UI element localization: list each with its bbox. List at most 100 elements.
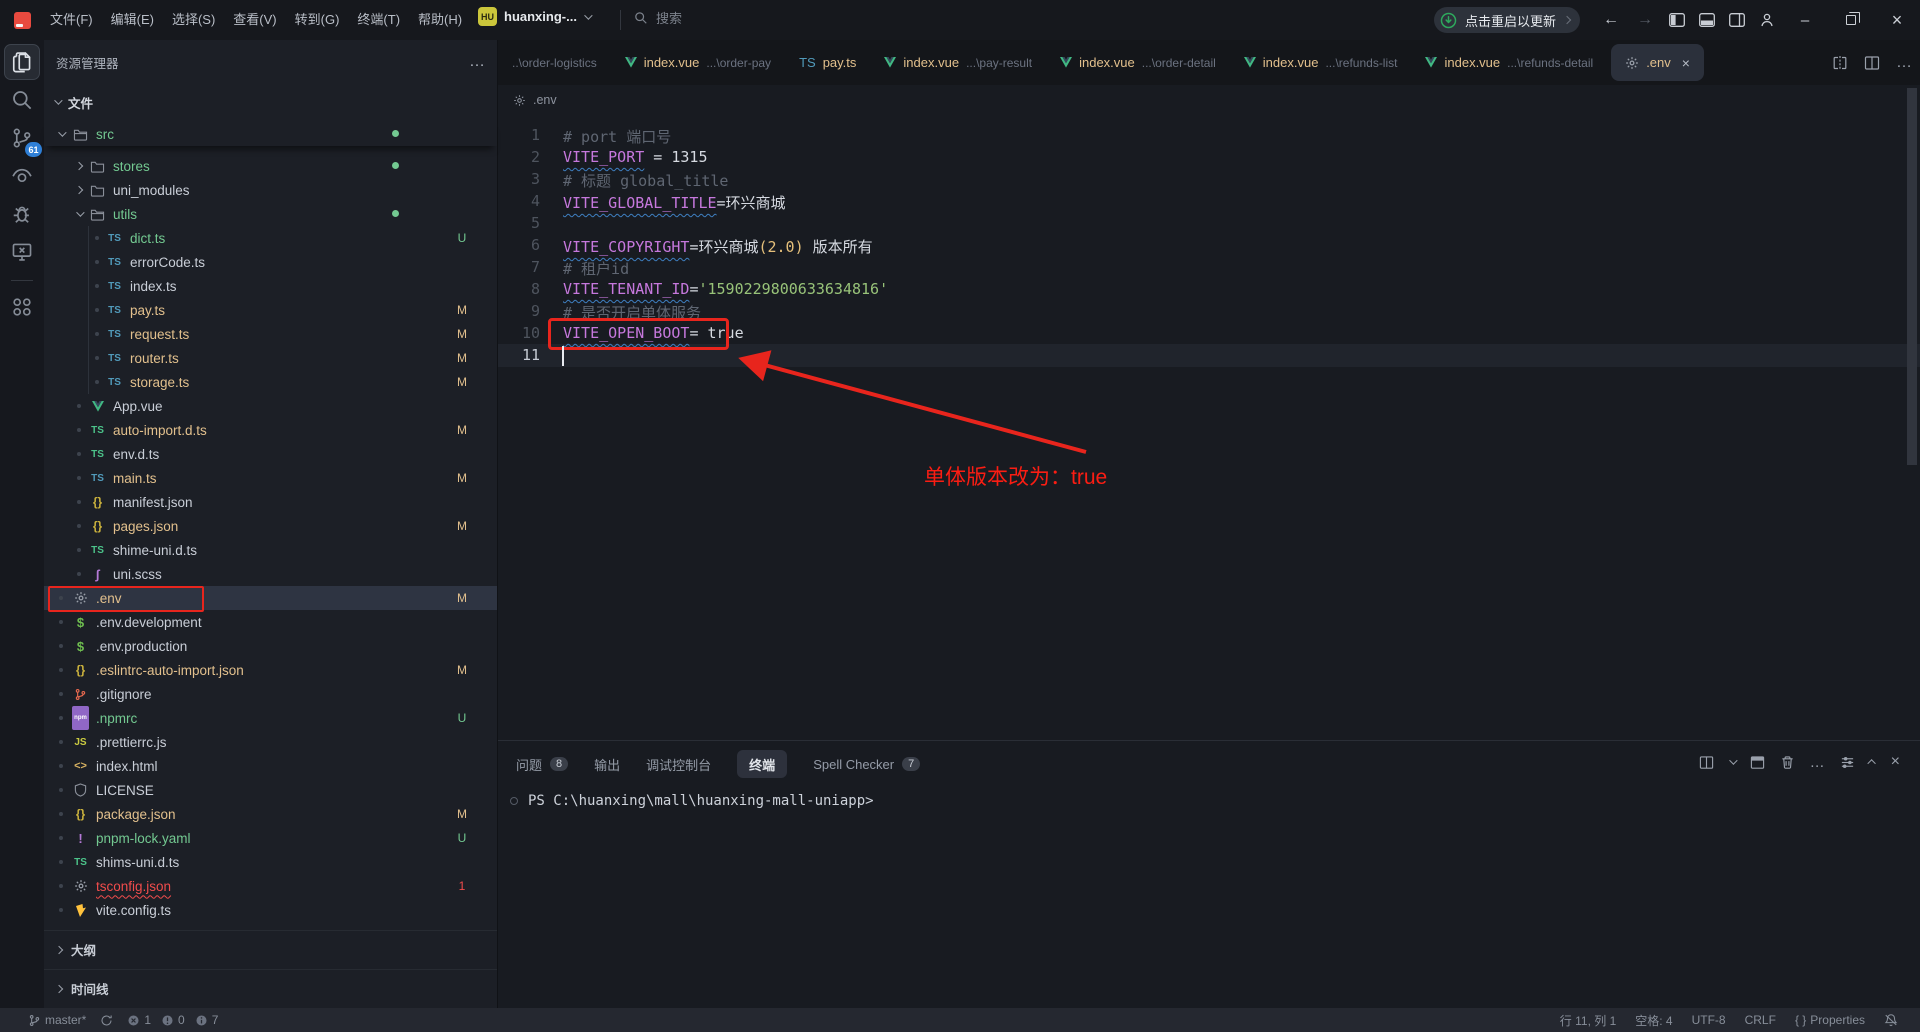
extensions-grid-icon[interactable] [4,289,40,325]
tree-item-router.ts[interactable]: TSrouter.tsM [44,346,497,370]
preview-eye-icon[interactable] [4,158,40,194]
editor-tab-pay.ts[interactable]: TSpay.ts [785,40,870,85]
debug-icon[interactable] [4,196,40,232]
trash-icon[interactable] [1780,755,1795,770]
tree-item-.gitignore[interactable]: .gitignore [44,682,497,706]
minimize-button[interactable]: – [1782,0,1828,40]
notifications-muted-icon[interactable] [1884,1013,1898,1027]
split-terminal-icon[interactable] [1699,755,1714,770]
indentation[interactable]: 空格: 4 [1635,1012,1672,1029]
branch-indicator[interactable]: master* [28,1013,86,1027]
open-changes-icon[interactable] [1832,55,1848,71]
menu-H[interactable]: 帮助(H) [409,7,471,33]
dot-glyph [59,860,63,864]
cursor-position[interactable]: 行 11, 列 1 [1560,1012,1616,1029]
tree-item-src[interactable]: src [44,122,497,146]
eol-sequence[interactable]: CRLF [1745,1013,1776,1027]
editor-tab-index.vue[interactable]: index.vue...\pay-result [870,40,1046,85]
problems-indicator[interactable]: 1 0 7 [127,1013,218,1027]
tree-item-main.ts[interactable]: TSmain.tsM [44,466,497,490]
sync-icon[interactable] [100,1014,113,1027]
tree-item-.eslintrc-auto-import.json[interactable]: {}.eslintrc-auto-import.jsonM [44,658,497,682]
tree-item-package.json[interactable]: {}package.jsonM [44,802,497,826]
editor-tab-index.vue[interactable]: index.vue...\refunds-detail [1411,40,1607,85]
tree-item-request.ts[interactable]: TSrequest.tsM [44,322,497,346]
editor-tab-index.vue[interactable]: index.vue...\order-pay [611,40,785,85]
tree-item-App.vue[interactable]: App.vue [44,394,497,418]
tree-item-stores[interactable]: stores [44,154,497,178]
panel-tab-SpellChecker[interactable]: Spell Checker7 [813,750,920,778]
editor-scrollbar[interactable] [1907,88,1917,465]
go-back-button[interactable]: ← [1594,11,1628,29]
panel-more-icon[interactable]: … [1810,754,1825,771]
menu-E[interactable]: 编辑(E) [102,7,163,33]
terminal-output[interactable]: PS C:\huanxing\mall\huanxing-mall-uniapp… [510,793,874,809]
folder-open-icon [89,202,106,226]
editor-tab-index.vue[interactable]: index.vue...\refunds-list [1230,40,1412,85]
tree-item-.prettierrc.js[interactable]: JS.prettierrc.js [44,730,497,754]
menu-V[interactable]: 查看(V) [224,7,285,33]
tree-item-shims-uni.d.ts[interactable]: TSshims-uni.d.ts [44,850,497,874]
outline-section[interactable]: 大纲 [44,930,497,968]
editor-tab-..order-logistics[interactable]: ..\order-logistics [498,40,611,85]
simulator-icon[interactable] [4,234,40,270]
toggle-sidebar-icon[interactable] [1669,13,1685,27]
tree-item-auto-import.d.ts[interactable]: TSauto-import.d.tsM [44,418,497,442]
menu-T[interactable]: 终端(T) [348,7,409,33]
tree-item-pages.json[interactable]: {}pages.jsonM [44,514,497,538]
toggle-panel-icon[interactable] [1699,13,1715,27]
chevron-down-icon[interactable] [1729,756,1737,764]
tree-item-tsconfig.json[interactable]: tsconfig.json1 [44,874,497,898]
editor-tab-index.vue[interactable]: index.vue...\order-detail [1046,40,1230,85]
account-icon[interactable] [1759,12,1775,28]
tree-item-vite.config.ts[interactable]: vite.config.ts [44,898,497,922]
tree-item-.npmrc[interactable]: npm.npmrcU [44,706,497,730]
menu-G[interactable]: 转到(G) [286,7,349,33]
tree-item-shime-uni.d.ts[interactable]: TSshime-uni.d.ts [44,538,497,562]
close-icon[interactable]: × [1682,55,1690,71]
explorer-icon[interactable] [4,44,40,80]
menu-S[interactable]: 选择(S) [163,7,224,33]
tree-item-pay.ts[interactable]: TSpay.tsM [44,298,497,322]
tree-item-dict.ts[interactable]: TSdict.tsU [44,226,497,250]
code-editor[interactable]: 1# port 端口号2VITE_PORT = 13153# 标题 global… [498,115,1920,740]
panel-tab-[interactable]: 调试控制台 [646,750,711,778]
panel-tab-[interactable]: 输出 [594,750,620,778]
tree-item-env.d.ts[interactable]: TSenv.d.ts [44,442,497,466]
maximize-panel-icon[interactable] [1750,755,1765,770]
editor-tab-.env[interactable]: .env× [1611,44,1704,81]
panel-tab-[interactable]: 终端 [737,750,787,778]
language-mode[interactable]: { } Properties [1795,1013,1865,1027]
search-box[interactable]: 搜索 [634,8,682,27]
tree-item-index.html[interactable]: <>index.html [44,754,497,778]
workspace-switcher[interactable]: HU huanxing-... [478,7,590,26]
tree-item-.env.production[interactable]: $.env.production [44,634,497,658]
tree-item-index.ts[interactable]: TSindex.ts [44,274,497,298]
tree-item-utils[interactable]: utils [44,202,497,226]
timeline-section[interactable]: 时间线 [44,969,497,1007]
tree-item-LICENSE[interactable]: LICENSE [44,778,497,802]
tree-item-.env.development[interactable]: $.env.development [44,610,497,634]
editor-more-icon[interactable]: … [1896,54,1912,72]
breadcrumb[interactable]: .env [498,85,1920,115]
split-editor-icon[interactable] [1864,55,1880,71]
toggle-secondary-sidebar-icon[interactable] [1729,13,1745,27]
close-button[interactable]: × [1874,0,1920,40]
go-forward-button[interactable]: → [1628,11,1662,29]
encoding[interactable]: UTF-8 [1692,1013,1726,1027]
panel-tab-[interactable]: 问题8 [516,750,568,778]
menu-F[interactable]: 文件(F) [41,7,102,33]
tree-item-pnpm-lock.yaml[interactable]: !pnpm-lock.yamlU [44,826,497,850]
restore-button[interactable] [1828,0,1874,40]
search-sidebar-icon[interactable] [4,82,40,118]
tree-item-manifest.json[interactable]: {}manifest.json [44,490,497,514]
tree-item-uni_modules[interactable]: uni_modules [44,178,497,202]
tree-item-uni.scss[interactable]: ʃuni.scss [44,562,497,586]
panel-layout-icon[interactable] [1840,755,1855,770]
chevron-up-icon[interactable] [1867,759,1875,767]
close-panel-icon[interactable]: × [1891,753,1900,771]
tree-item-storage.ts[interactable]: TSstorage.tsM [44,370,497,394]
tree-item-errorCode.ts[interactable]: TSerrorCode.ts [44,250,497,274]
restart-update-button[interactable]: 点击重启以更新 [1434,7,1580,33]
source-control-icon[interactable]: 61 [4,120,40,156]
